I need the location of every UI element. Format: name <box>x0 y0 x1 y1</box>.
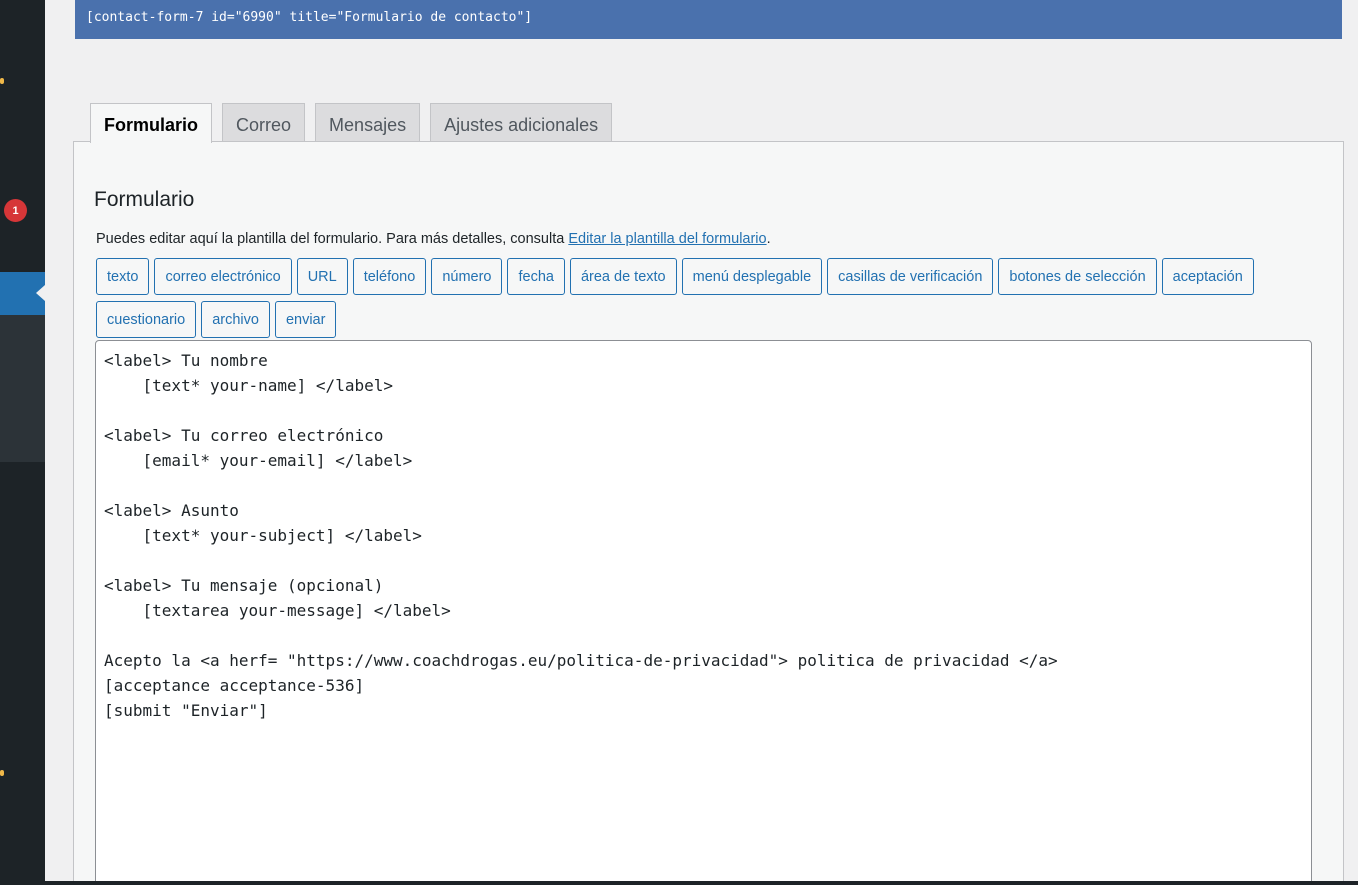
sidebar-submenu <box>0 315 45 462</box>
tag-generator-buttons: texto correo electrónico URL teléfono nú… <box>96 258 1296 338</box>
tab-formulario[interactable]: Formulario <box>90 103 213 143</box>
tag-button-menu-desplegable[interactable]: menú desplegable <box>681 258 823 295</box>
form-template-editor[interactable]: <label> Tu nombre [text* your-name] </la… <box>95 340 1312 885</box>
tag-button-aceptacion[interactable]: aceptación <box>1161 258 1254 295</box>
tag-button-correo[interactable]: correo electrónico <box>154 258 292 295</box>
tag-button-enviar[interactable]: enviar <box>274 301 337 338</box>
tag-button-area-texto[interactable]: área de texto <box>569 258 677 295</box>
tag-button-telefono[interactable]: teléfono <box>352 258 427 295</box>
tag-button-cuestionario[interactable]: cuestionario <box>96 301 197 338</box>
menu-indicator-icon <box>0 78 4 84</box>
description-text: Puedes editar aquí la plantilla del form… <box>96 231 569 247</box>
tag-button-texto[interactable]: texto <box>96 258 150 295</box>
tab-mensajes[interactable]: Mensajes <box>315 103 421 142</box>
panel-title: Formulario <box>94 188 195 211</box>
tag-button-fecha[interactable]: fecha <box>507 258 565 295</box>
bottom-bar <box>0 881 1358 885</box>
sidebar-item-contact[interactable] <box>0 272 45 315</box>
shortcode-bar <box>75 0 1342 39</box>
panel-description: Puedes editar aquí la plantilla del form… <box>96 231 771 247</box>
tag-button-url[interactable]: URL <box>296 258 348 295</box>
shortcode-field[interactable] <box>75 0 1342 39</box>
tag-button-casillas[interactable]: casillas de verificación <box>827 258 994 295</box>
current-arrow-icon <box>36 285 45 301</box>
tab-ajustes-adicionales[interactable]: Ajustes adicionales <box>430 103 613 142</box>
description-end: . <box>766 231 771 247</box>
tag-button-numero[interactable]: número <box>431 258 503 295</box>
update-count-badge: 1 <box>4 199 27 222</box>
tag-button-archivo[interactable]: archivo <box>201 301 270 338</box>
tag-button-botones-seleccion[interactable]: botones de selección <box>998 258 1157 295</box>
edit-template-link[interactable]: Editar la plantilla del formulario <box>568 231 766 247</box>
menu-indicator-icon <box>0 770 4 776</box>
editor-tabs: Formulario Correo Mensajes Ajustes adici… <box>90 103 613 143</box>
admin-sidebar: 1 <box>0 0 45 885</box>
form-panel: Formulario Puedes editar aquí la plantil… <box>73 141 1344 885</box>
tab-correo[interactable]: Correo <box>222 103 306 142</box>
